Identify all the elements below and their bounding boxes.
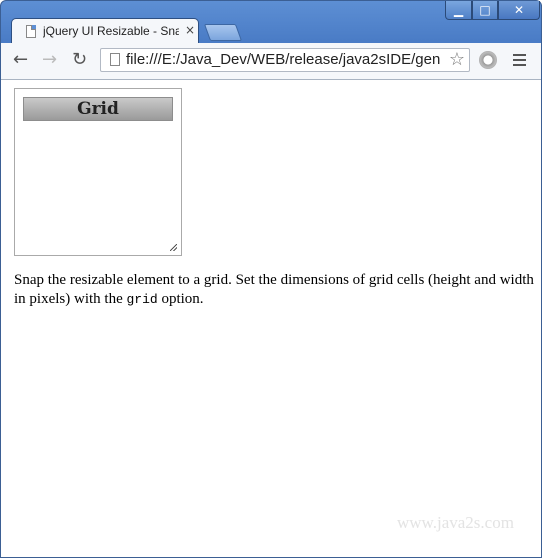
bookmark-star-icon[interactable]: ☆ [449, 50, 465, 70]
browser-toolbar: ← → ↻ file:///E:/Java_Dev/WEB/release/ja… [1, 43, 541, 80]
hamburger-icon[interactable] [513, 54, 526, 69]
description-text: Snap the resizable element to a grid. Se… [14, 271, 534, 309]
stop-icon[interactable] [479, 51, 497, 69]
address-bar[interactable]: file:///E:/Java_Dev/WEB/release/java2sID… [100, 48, 470, 72]
grid-option-code: grid [126, 292, 158, 307]
maximize-button[interactable]: □ [472, 1, 498, 20]
watermark: www.java2s.com [397, 513, 514, 532]
tab-close-button[interactable]: × [185, 23, 195, 37]
minimize-button[interactable]: ▁ [445, 1, 472, 20]
title-bar: jQuery UI Resizable - Snap × ▁ □ ✕ [1, 1, 541, 44]
forward-button[interactable]: → [42, 51, 57, 69]
page-icon [110, 53, 120, 66]
tab-title: jQuery UI Resizable - Snap [43, 24, 179, 38]
description-after: option. [157, 291, 204, 307]
resizable-header: Grid [23, 97, 173, 121]
close-window-button[interactable]: ✕ [498, 1, 540, 20]
page-content: Grid Snap the resizable element to a gri… [1, 80, 541, 557]
reload-button[interactable]: ↻ [72, 51, 87, 69]
page-icon [26, 25, 36, 38]
back-button[interactable]: ← [13, 51, 28, 69]
description-before: Snap the resizable element to a grid. Se… [14, 272, 534, 307]
url-text[interactable]: file:///E:/Java_Dev/WEB/release/java2sID… [126, 51, 444, 68]
browser-tab[interactable]: jQuery UI Resizable - Snap × [11, 18, 199, 44]
browser-window: jQuery UI Resizable - Snap × ▁ □ ✕ ← → ↻… [0, 0, 542, 558]
new-tab-button[interactable] [203, 24, 243, 41]
resizable-box[interactable]: Grid [14, 88, 182, 256]
resize-handle-icon[interactable] [170, 244, 177, 251]
